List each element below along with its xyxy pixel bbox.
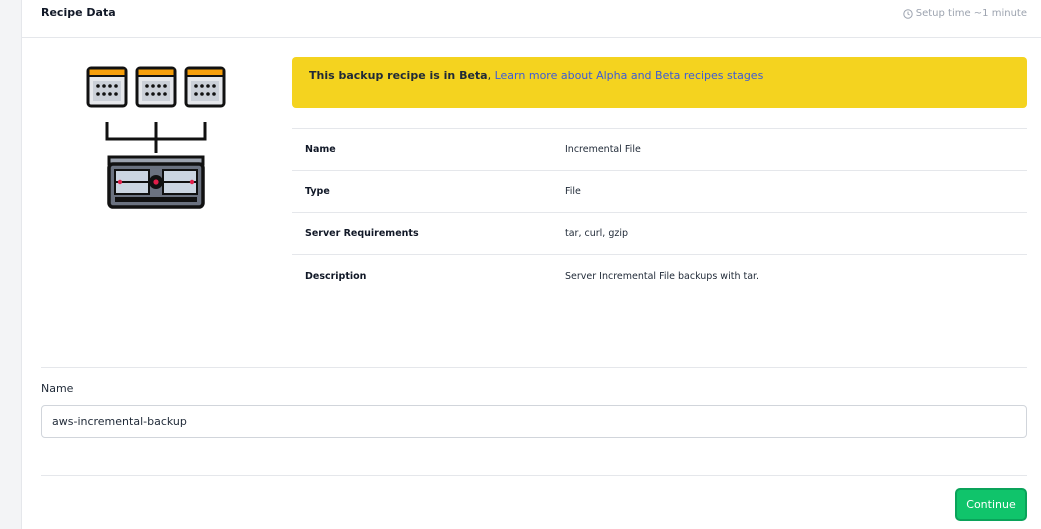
recipe-info-table: Name Incremental File Type File Server R… bbox=[292, 128, 1027, 297]
info-key: Name bbox=[305, 144, 336, 155]
card-header: Recipe Data Setup time ~1 minute bbox=[22, 0, 1041, 38]
continue-button[interactable]: Continue bbox=[955, 488, 1027, 521]
table-row: Name Incremental File bbox=[292, 129, 1027, 171]
card-title: Recipe Data bbox=[41, 6, 116, 19]
setup-time: Setup time ~1 minute bbox=[903, 8, 1027, 19]
server-backup-illustration bbox=[86, 66, 226, 209]
connector-lines bbox=[105, 122, 207, 153]
table-row: Description Server Incremental File back… bbox=[292, 255, 1027, 297]
footer-divider bbox=[41, 475, 1027, 476]
setup-time-text: Setup time ~1 minute bbox=[915, 8, 1027, 19]
file-box-icon bbox=[135, 66, 177, 108]
learn-more-link[interactable]: Learn more about Alpha and Beta recipes … bbox=[495, 69, 764, 82]
name-label: Name bbox=[41, 382, 74, 395]
info-key: Server Requirements bbox=[305, 228, 419, 239]
beta-banner-separator: , bbox=[487, 69, 495, 82]
file-box-icon bbox=[86, 66, 128, 108]
name-input[interactable] bbox=[41, 405, 1027, 438]
table-row: Server Requirements tar, curl, gzip bbox=[292, 213, 1027, 255]
beta-banner: This backup recipe is in Beta, Learn mor… bbox=[292, 57, 1027, 108]
info-key: Type bbox=[305, 186, 330, 197]
beta-banner-text: This backup recipe is in Beta bbox=[309, 69, 488, 82]
info-value: File bbox=[565, 186, 581, 197]
info-value: Incremental File bbox=[565, 144, 641, 155]
info-value: tar, curl, gzip bbox=[565, 228, 629, 239]
info-value: Server Incremental File backups with tar… bbox=[565, 270, 760, 282]
table-row: Type File bbox=[292, 171, 1027, 213]
file-box-icon bbox=[184, 66, 226, 108]
info-key: Description bbox=[305, 270, 367, 282]
clock-icon bbox=[903, 8, 913, 19]
recipe-data-card: Recipe Data Setup time ~1 minute This ba… bbox=[21, 0, 1041, 529]
section-divider bbox=[41, 367, 1027, 368]
server-icon bbox=[107, 155, 205, 209]
